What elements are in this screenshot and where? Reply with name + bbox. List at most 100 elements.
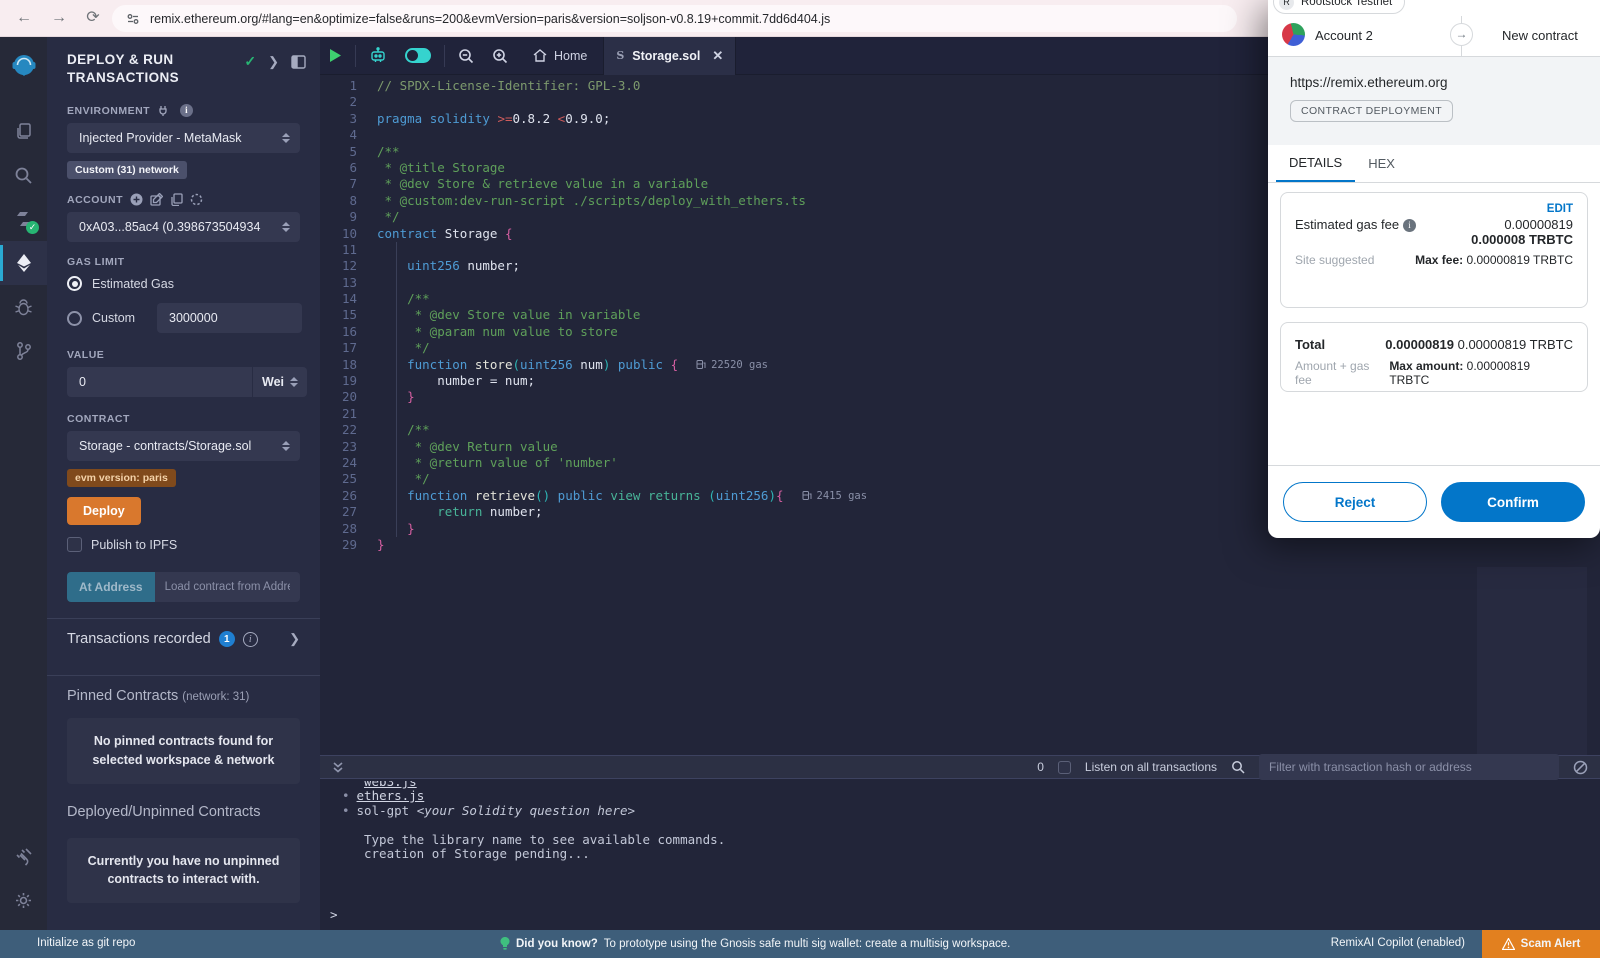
add-account-icon[interactable] bbox=[130, 193, 143, 206]
transactions-info-icon[interactable]: i bbox=[243, 632, 258, 647]
copy-address-icon[interactable] bbox=[170, 193, 183, 206]
copilot-toggle[interactable] bbox=[396, 37, 440, 75]
environment-select[interactable]: Injected Provider - MetaMask bbox=[67, 123, 300, 153]
terminal-link-ethers[interactable]: ethers.js bbox=[357, 788, 425, 803]
site-suggested-label: Site suggested bbox=[1295, 253, 1374, 267]
network-pill[interactable]: R Rootstock Testnet bbox=[1273, 0, 1405, 14]
copilot-status[interactable]: RemixAI Copilot (enabled) bbox=[1331, 937, 1465, 949]
plug-icon[interactable] bbox=[157, 105, 169, 117]
value-unit: Wei bbox=[262, 375, 284, 389]
git-init-status[interactable]: Initialize as git repo bbox=[37, 937, 135, 949]
clear-terminal-icon[interactable] bbox=[1573, 760, 1588, 775]
network-name: Rootstock Testnet bbox=[1301, 0, 1392, 8]
reload-icon[interactable]: ⟳ bbox=[83, 8, 103, 28]
deploy-button[interactable]: Deploy bbox=[67, 497, 141, 525]
collapse-terminal-icon[interactable] bbox=[332, 761, 344, 774]
terminal-filter-input[interactable] bbox=[1259, 754, 1559, 780]
contract-label: CONTRACT bbox=[67, 413, 130, 425]
chevron-right-icon[interactable]: ❯ bbox=[289, 631, 300, 647]
panel-pin-icon[interactable] bbox=[291, 55, 306, 69]
tip-text: To prototype using the Gnosis safe multi… bbox=[604, 938, 1011, 950]
ai-copilot-icon[interactable] bbox=[360, 37, 396, 75]
sidebar-item-search[interactable] bbox=[0, 153, 47, 197]
metamask-popup: R Rootstock Testnet Account 2 → New cont… bbox=[1268, 0, 1600, 538]
network-badge: Custom (31) network bbox=[67, 161, 187, 179]
sidebar-item-plugin-manager[interactable] bbox=[0, 834, 47, 878]
scam-alert-button[interactable]: Scam Alert bbox=[1482, 930, 1600, 958]
remix-logo-icon[interactable] bbox=[0, 43, 47, 95]
sidebar-item-file-explorer[interactable] bbox=[0, 109, 47, 153]
publish-ipfs-option[interactable]: Publish to IPFS bbox=[67, 537, 320, 552]
tab-details[interactable]: DETAILS bbox=[1276, 145, 1355, 182]
chevron-updown-icon bbox=[282, 133, 290, 143]
value-input[interactable] bbox=[67, 367, 252, 397]
account-select[interactable]: 0xA03...85ac4 (0.398673504934 bbox=[67, 212, 300, 242]
pinned-contracts-title: Pinned Contracts (network: 31) bbox=[67, 688, 306, 704]
scam-alert-label: Scam Alert bbox=[1521, 938, 1581, 950]
estimated-gas-option[interactable]: Estimated Gas bbox=[67, 276, 320, 291]
confirm-button[interactable]: Confirm bbox=[1441, 482, 1585, 522]
terminal-link-clipped[interactable]: web3.js bbox=[334, 781, 1600, 789]
radio-unselected[interactable] bbox=[67, 311, 82, 326]
refresh-spinner-icon[interactable] bbox=[190, 193, 203, 206]
environment-label: ENVIRONMENT bbox=[67, 105, 150, 117]
url-text: remix.ethereum.org/#lang=en&optimize=fal… bbox=[150, 12, 830, 26]
zoom-out-icon[interactable] bbox=[449, 37, 483, 75]
contract-select[interactable]: Storage - contracts/Storage.sol bbox=[67, 431, 300, 461]
chevron-updown-icon bbox=[282, 222, 290, 232]
editor-scroll-region[interactable] bbox=[1477, 567, 1587, 755]
indent-guide bbox=[396, 242, 397, 537]
info-icon[interactable]: i bbox=[1403, 219, 1416, 232]
value-label: VALUE bbox=[67, 349, 104, 361]
sidebar-item-solidity-compiler[interactable]: ✓ bbox=[0, 197, 47, 241]
terminal-prompt[interactable]: > bbox=[330, 907, 338, 922]
tip-title: Did you know? bbox=[516, 938, 598, 950]
unpinned-contracts-title: Deployed/Unpinned Contracts bbox=[67, 804, 306, 820]
run-script-button[interactable] bbox=[320, 37, 351, 75]
listen-checkbox[interactable] bbox=[1058, 761, 1071, 774]
back-icon[interactable]: ← bbox=[14, 8, 34, 28]
network-avatar: R bbox=[1279, 0, 1294, 10]
max-fee: Max fee: 0.00000819 TRBTC bbox=[1415, 253, 1573, 267]
edit-gas-link[interactable]: EDIT bbox=[1295, 203, 1573, 215]
terminal: 0 Listen on all transactions web3.js •et… bbox=[320, 755, 1600, 930]
sidebar-item-debugger[interactable] bbox=[0, 285, 47, 329]
account-name: Account 2 bbox=[1315, 28, 1373, 43]
gas-limit-label: GAS LIMIT bbox=[67, 256, 125, 268]
address-bar[interactable]: remix.ethereum.org/#lang=en&optimize=fal… bbox=[112, 5, 1237, 32]
status-bar: Initialize as git repo Did you know? To … bbox=[0, 930, 1600, 958]
chevron-updown-icon bbox=[282, 441, 290, 451]
site-settings-icon[interactable] bbox=[126, 12, 140, 26]
at-address-input[interactable] bbox=[155, 572, 300, 602]
sidebar-item-git[interactable] bbox=[0, 329, 47, 373]
custom-gas-option[interactable]: Custom bbox=[67, 303, 320, 333]
publish-ipfs-checkbox[interactable] bbox=[67, 537, 82, 552]
account-value: 0xA03...85ac4 (0.398673504934 bbox=[79, 220, 276, 234]
custom-gas-input[interactable] bbox=[157, 303, 302, 333]
home-icon bbox=[533, 49, 547, 62]
tab-hex[interactable]: HEX bbox=[1355, 145, 1408, 182]
sidebar-item-settings[interactable] bbox=[0, 878, 47, 922]
terminal-output[interactable]: web3.js •ethers.js •sol-gpt <your Solidi… bbox=[320, 779, 1600, 930]
radio-selected[interactable] bbox=[67, 276, 82, 291]
reject-button[interactable]: Reject bbox=[1283, 482, 1427, 522]
environment-info-icon[interactable]: i bbox=[180, 104, 193, 117]
custom-gas-label: Custom bbox=[92, 311, 147, 325]
panel-collapse-icon[interactable]: ❯ bbox=[268, 54, 279, 70]
terminal-toolbar: 0 Listen on all transactions bbox=[320, 755, 1600, 779]
listen-label: Listen on all transactions bbox=[1085, 760, 1217, 774]
transactions-count-badge: 1 bbox=[219, 631, 235, 647]
tab-storage-sol[interactable]: S Storage.sol ✕ bbox=[603, 37, 736, 75]
at-address-button[interactable]: At Address bbox=[67, 572, 155, 602]
edit-account-icon[interactable] bbox=[150, 193, 163, 206]
sidebar-item-deploy-run[interactable] bbox=[0, 241, 47, 285]
forward-icon[interactable]: → bbox=[49, 8, 69, 28]
total-value: 0.00000819 0.00000819 TRBTC bbox=[1385, 337, 1573, 352]
close-tab-icon[interactable]: ✕ bbox=[712, 48, 723, 64]
value-unit-select[interactable]: Wei bbox=[253, 367, 307, 397]
evm-version-badge: evm version: paris bbox=[67, 469, 176, 487]
tab-home[interactable]: Home bbox=[517, 37, 603, 75]
contract-value: Storage - contracts/Storage.sol bbox=[79, 439, 276, 453]
compile-success-badge: ✓ bbox=[26, 221, 39, 234]
zoom-in-icon[interactable] bbox=[483, 37, 517, 75]
